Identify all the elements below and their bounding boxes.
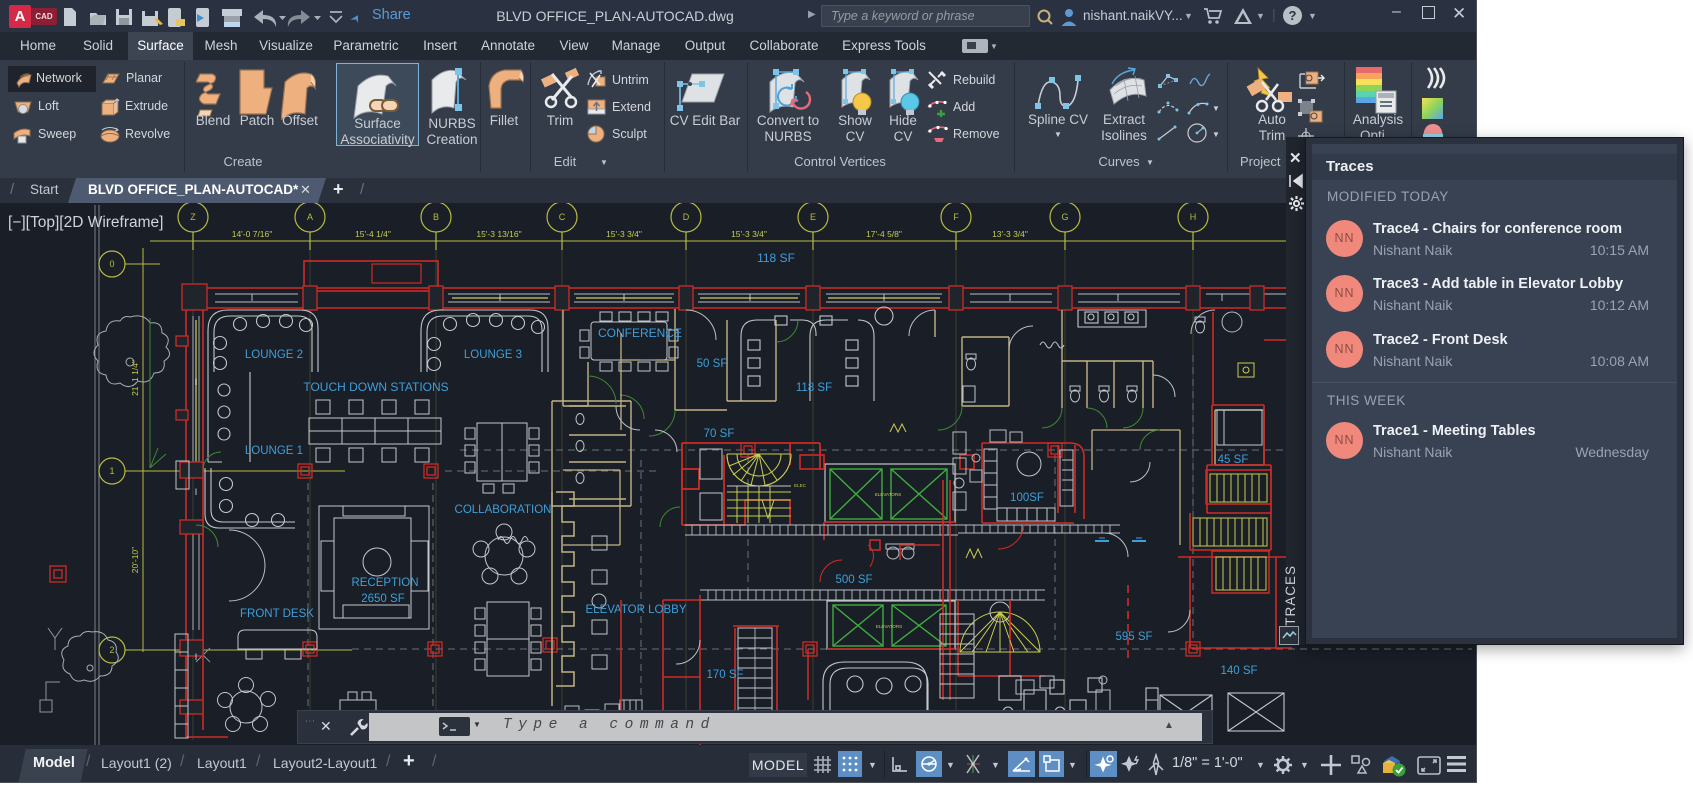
svg-text:LOUNGE 2: LOUNGE 2	[245, 349, 303, 361]
svg-text:Z: Z	[190, 212, 196, 222]
svg-text:0: 0	[109, 259, 114, 269]
svg-text:118 SF: 118 SF	[757, 251, 795, 265]
svg-text:TOUCH DOWN STATIONS: TOUCH DOWN STATIONS	[303, 380, 448, 394]
svg-text:D: D	[683, 212, 690, 222]
svg-text:C: C	[559, 212, 566, 222]
svg-text:2: 2	[109, 645, 114, 655]
svg-text:E: E	[810, 212, 816, 222]
svg-text:1: 1	[109, 466, 114, 476]
svg-text:70 SF: 70 SF	[704, 428, 735, 440]
svg-text:LOUNGE 1: LOUNGE 1	[245, 445, 303, 457]
svg-text:B: B	[433, 212, 439, 222]
svg-text:ELEVATORS: ELEVATORS	[876, 624, 902, 629]
svg-text:45 SF: 45 SF	[1218, 454, 1249, 466]
svg-text:I: I	[251, 293, 254, 303]
svg-text:140 SF: 140 SF	[1220, 665, 1257, 677]
svg-text:15'-3 13/16": 15'-3 13/16"	[476, 229, 521, 239]
svg-text:F: F	[953, 212, 959, 222]
svg-text:FRONT DESK: FRONT DESK	[240, 608, 314, 620]
svg-text:595 SF: 595 SF	[1115, 631, 1152, 643]
svg-text:2650 SF: 2650 SF	[361, 593, 404, 605]
svg-text:ELEC: ELEC	[794, 483, 807, 488]
svg-text:I: I	[883, 293, 886, 303]
svg-text:I: I	[749, 293, 752, 303]
svg-text:14'-0 7/16": 14'-0 7/16"	[232, 229, 273, 239]
svg-text:LOUNGE 3: LOUNGE 3	[464, 349, 522, 361]
svg-text:50 SF: 50 SF	[697, 358, 728, 370]
svg-text:RECEPTION: RECEPTION	[351, 577, 418, 589]
svg-text:ELEVATORS: ELEVATORS	[875, 492, 901, 497]
svg-text:G: G	[1061, 212, 1068, 222]
svg-text:I: I	[499, 293, 502, 303]
svg-text:I: I	[1117, 293, 1120, 303]
svg-text:100SF: 100SF	[1010, 492, 1044, 504]
svg-text:15'-3 3/4": 15'-3 3/4"	[731, 229, 767, 239]
svg-text:20'-10": 20'-10"	[130, 547, 140, 573]
svg-text:I: I	[1221, 293, 1224, 303]
svg-text:15'-4 1/4": 15'-4 1/4"	[355, 229, 391, 239]
svg-text:I: I	[623, 293, 626, 303]
svg-text:13'-3 3/4": 13'-3 3/4"	[992, 229, 1028, 239]
svg-text:A: A	[307, 212, 313, 222]
svg-text:I: I	[1009, 293, 1012, 303]
svg-text:CONFERENCE: CONFERENCE	[598, 326, 682, 340]
svg-text:I: I	[195, 487, 198, 497]
svg-text:500 SF: 500 SF	[835, 574, 872, 586]
svg-text:118 SF: 118 SF	[796, 382, 832, 394]
svg-text:ELEVATOR LOBBY: ELEVATOR LOBBY	[586, 604, 687, 616]
svg-text:COLLABORATION: COLLABORATION	[455, 504, 552, 516]
svg-text:170 SF: 170 SF	[706, 669, 743, 681]
svg-text:I: I	[195, 652, 198, 662]
svg-text:15'-3 3/4": 15'-3 3/4"	[606, 229, 642, 239]
svg-text:H: H	[1190, 212, 1197, 222]
svg-text:17'-4 5/8": 17'-4 5/8"	[866, 229, 902, 239]
svg-text:I: I	[195, 377, 198, 387]
